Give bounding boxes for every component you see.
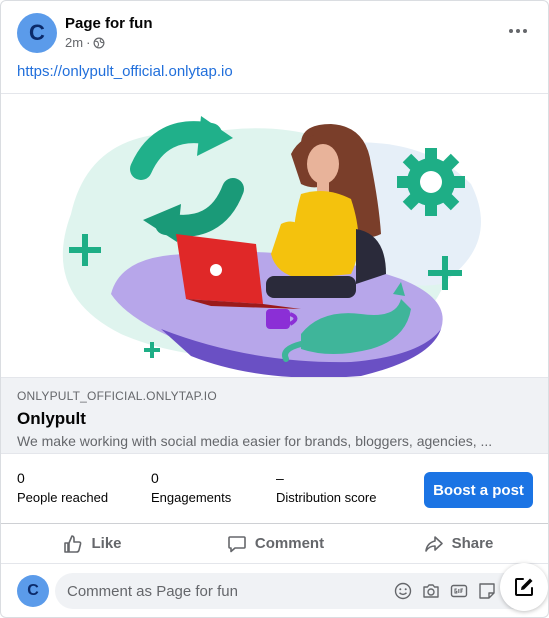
stat-label: Distribution score: [276, 490, 377, 505]
stat-engagements[interactable]: 0 Engagements: [151, 469, 231, 506]
post-card: C Page for fun 2m · https://onlypult_off…: [0, 0, 549, 618]
illustration: [62, 116, 481, 377]
stat-label: People reached: [17, 490, 109, 505]
avatar-letter: C: [29, 20, 45, 45]
post-link[interactable]: https://onlypult_official.onlytap.io: [17, 63, 233, 80]
comment-button[interactable]: Comment: [184, 526, 367, 562]
like-icon: [64, 534, 82, 553]
stat-value: –: [276, 470, 284, 486]
post-header: C Page for fun 2m ·: [17, 13, 153, 53]
emoji-icon[interactable]: [394, 582, 412, 600]
comment-tools: [394, 582, 496, 600]
comment-icon: [228, 535, 246, 552]
comment-label: Comment: [254, 535, 325, 552]
share-icon: [424, 535, 443, 552]
globe-icon: [93, 37, 105, 49]
sticker-icon[interactable]: [478, 582, 496, 600]
post-time[interactable]: 2m: [65, 35, 83, 51]
more-horizontal-icon: [509, 29, 513, 33]
comment-composer: C Comment as Page for fun: [17, 573, 534, 609]
meta-separator: ·: [86, 35, 91, 50]
more-dot: [523, 29, 527, 33]
page-avatar[interactable]: C: [17, 13, 57, 53]
link-domain: ONLYPULT_OFFICIAL.ONLYTAP.IO: [17, 389, 217, 403]
share-label: Share: [451, 535, 494, 552]
stat-label: Engagements: [151, 490, 232, 505]
stat-distribution-score[interactable]: – Distribution score: [276, 469, 376, 506]
stat-people-reached[interactable]: 0 People reached: [17, 469, 108, 506]
more-dot: [516, 29, 520, 33]
compose-button[interactable]: [500, 563, 548, 611]
like-label: Like: [91, 535, 122, 552]
link-description: We make working with social media easier…: [17, 433, 493, 449]
link-title: Onlypult: [17, 409, 86, 428]
stat-value: 0: [151, 470, 159, 486]
commenter-avatar[interactable]: C: [17, 575, 49, 607]
more-options-button[interactable]: [506, 21, 530, 41]
compose-icon: [515, 578, 533, 596]
comment-input[interactable]: Comment as Page for fun: [55, 573, 534, 609]
header-text: Page for fun 2m ·: [65, 15, 153, 51]
post-actions: Like Comment Share: [1, 524, 548, 564]
link-preview-info[interactable]: ONLYPULT_OFFICIAL.ONLYTAP.IO Onlypult We…: [1, 377, 548, 454]
gif-icon[interactable]: [450, 582, 468, 600]
post-insights: 0 People reached 0 Engagements – Distrib…: [1, 454, 548, 524]
share-button[interactable]: Share: [367, 526, 548, 562]
post-meta: 2m ·: [65, 35, 153, 51]
stat-value: 0: [17, 470, 25, 486]
link-preview-image[interactable]: [1, 93, 548, 377]
comment-placeholder: Comment as Page for fun: [67, 582, 238, 600]
boost-post-button[interactable]: Boost a post: [424, 472, 533, 508]
page-name[interactable]: Page for fun: [65, 15, 153, 33]
like-button[interactable]: Like: [1, 526, 184, 562]
camera-icon[interactable]: [422, 582, 440, 600]
